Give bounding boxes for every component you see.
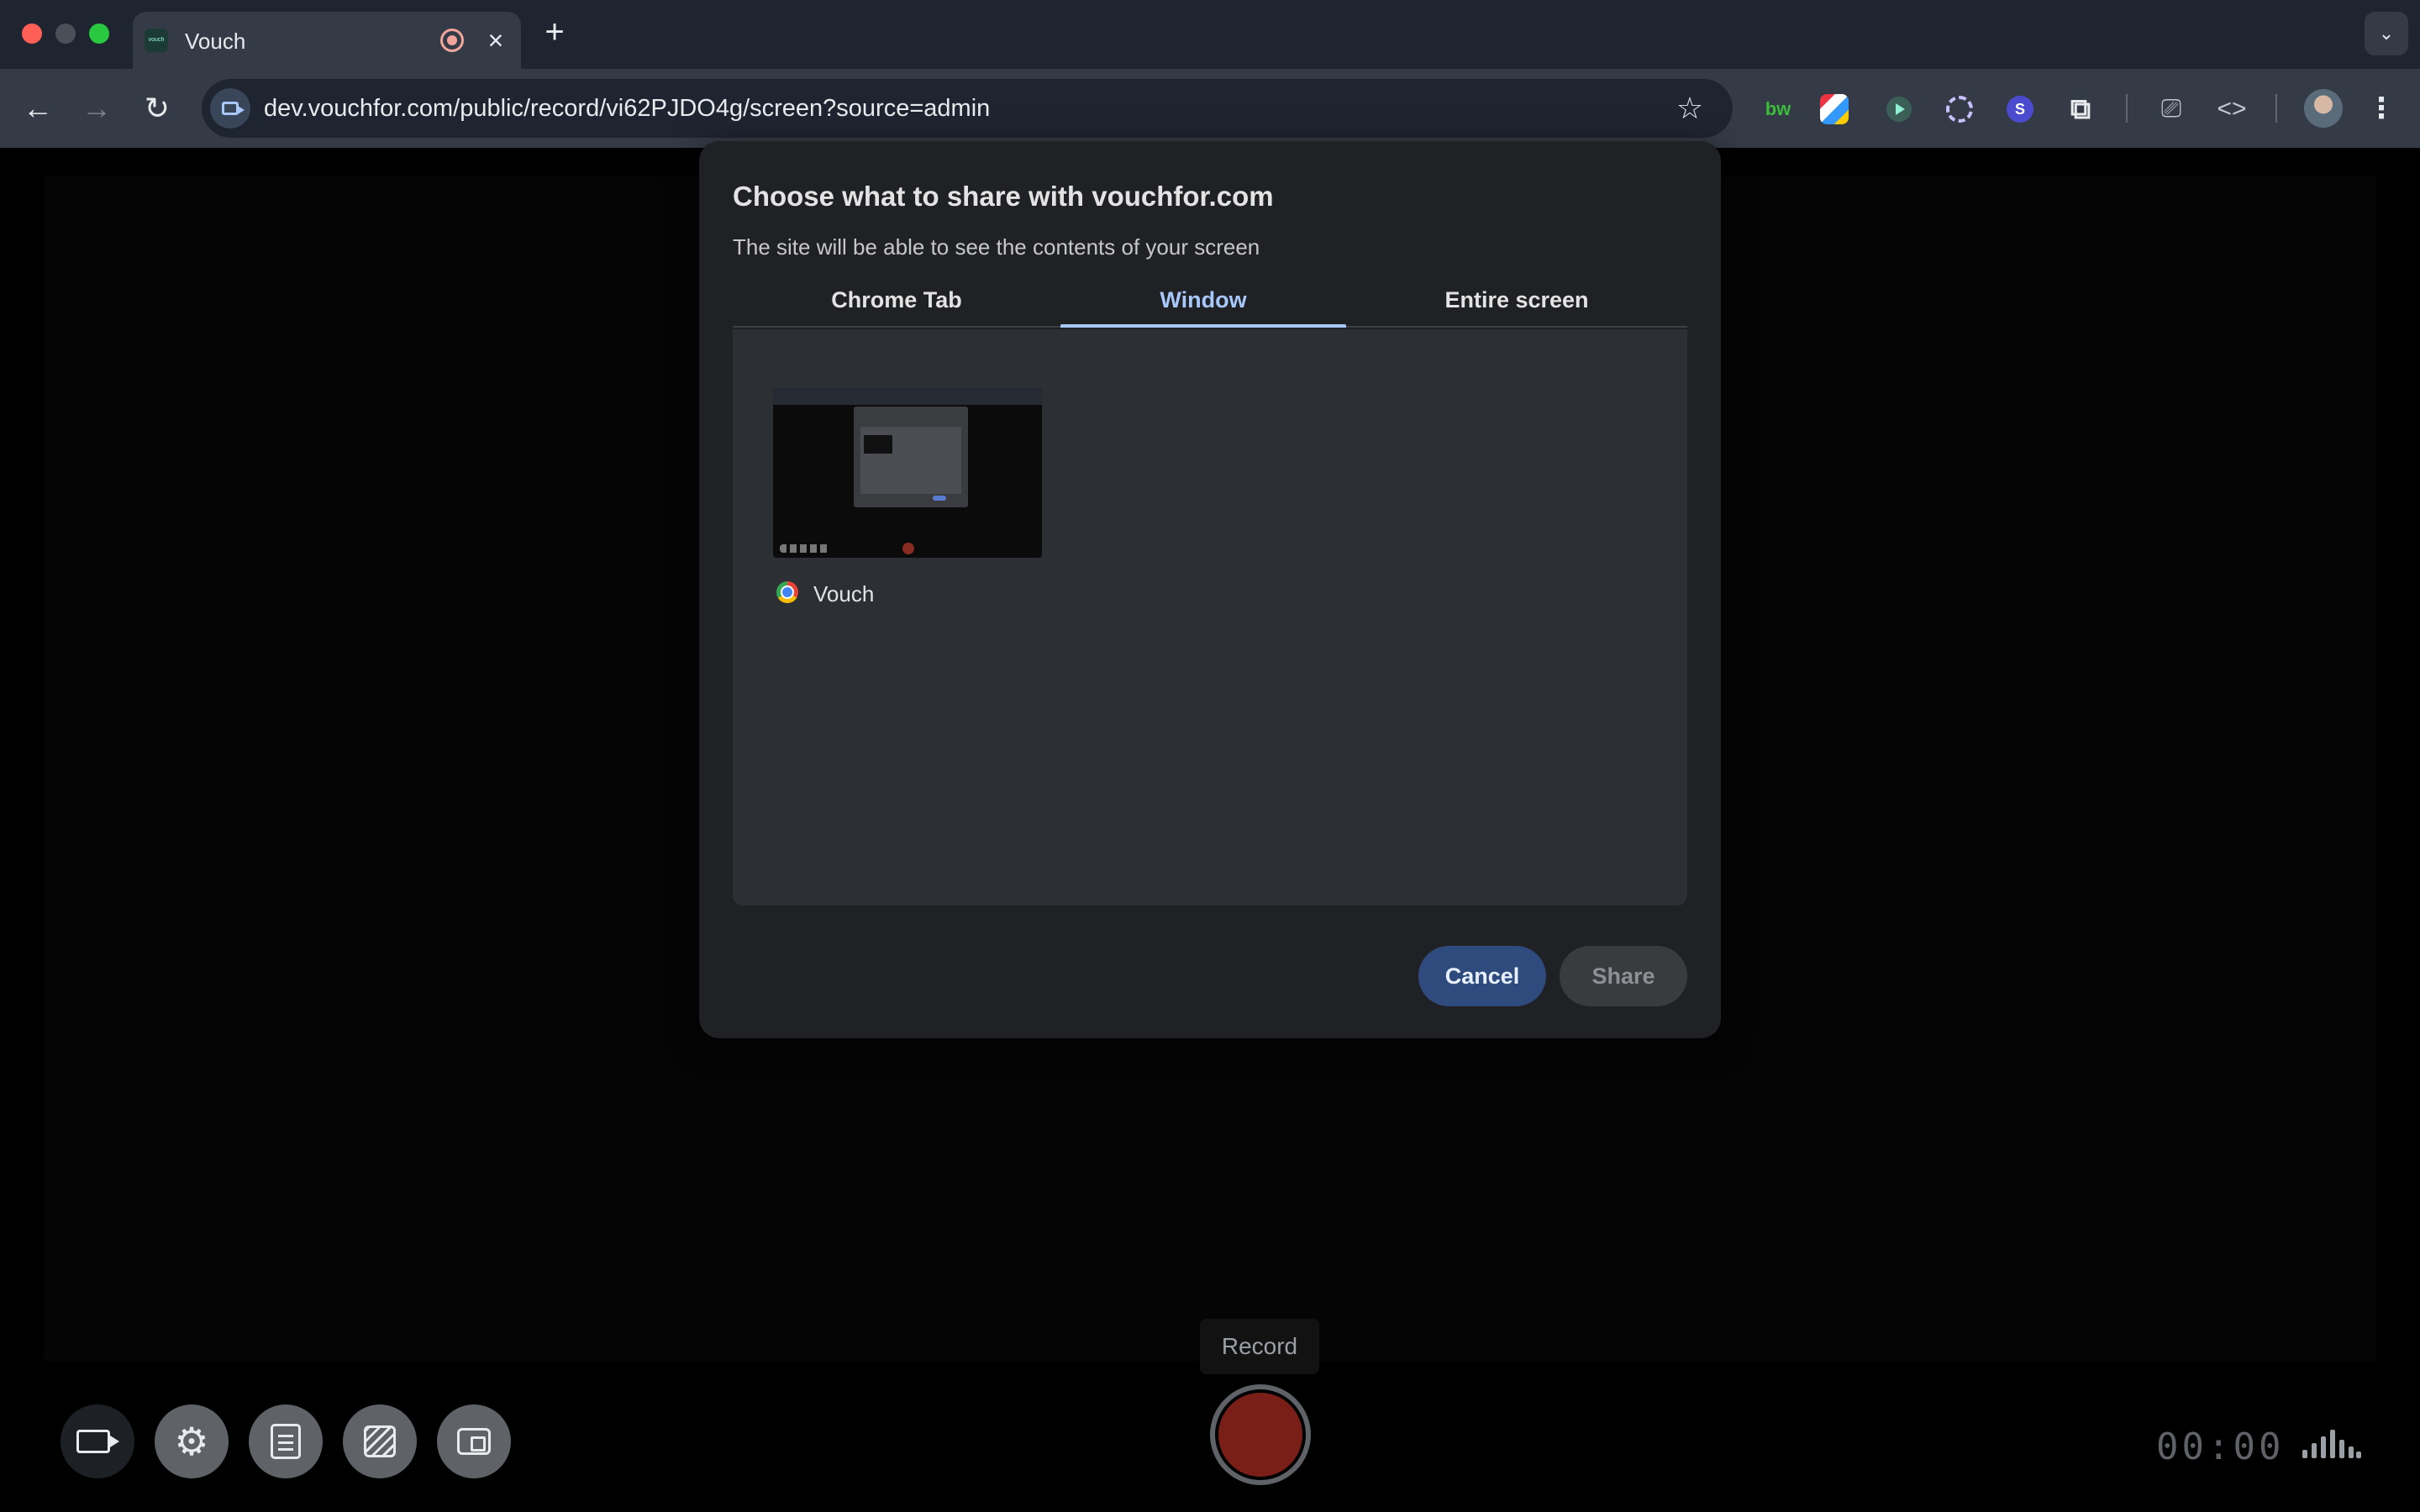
background-blur-button[interactable] (343, 1404, 417, 1478)
loader-extension-icon[interactable] (1941, 91, 1978, 128)
hatch-pattern-icon (364, 1425, 396, 1457)
picture-in-picture-icon (457, 1428, 491, 1455)
script-notes-button[interactable] (249, 1404, 323, 1478)
settings-button[interactable]: ⚙ (155, 1404, 229, 1478)
tab-strip: vouch Vouch × + ⌄ (0, 0, 2420, 69)
toolbar-divider (2126, 94, 2128, 123)
extensions-puzzle-icon[interactable]: ⧉ (2062, 91, 2099, 128)
cancel-button[interactable]: Cancel (1418, 946, 1546, 1006)
window-source-label[interactable]: Vouch (813, 581, 874, 606)
gear-icon: ⚙ (174, 1420, 209, 1463)
camera-icon (76, 1430, 119, 1453)
layout-button[interactable] (437, 1404, 511, 1478)
tab-window[interactable]: Window (1060, 272, 1346, 328)
tab-search-button[interactable]: ⌄ (2365, 12, 2408, 55)
url-text[interactable]: dev.vouchfor.com/public/record/vi62PJDO4… (264, 94, 990, 123)
address-bar[interactable]: dev.vouchfor.com/public/record/vi62PJDO4… (202, 79, 1733, 138)
tab-chrome-tab[interactable]: Chrome Tab (733, 272, 1060, 328)
window-zoom-button[interactable] (89, 24, 109, 44)
audio-level-icon (2302, 1430, 2361, 1458)
color-grid-extension-icon[interactable] (1820, 94, 1849, 124)
active-tab-indicator (1060, 324, 1346, 328)
new-tab-button[interactable]: + (538, 15, 571, 49)
profile-avatar[interactable] (2304, 89, 2343, 128)
recording-indicator-icon (440, 29, 464, 52)
back-button[interactable]: ← (17, 87, 59, 129)
share-source-tabs: Chrome Tab Window Entire screen (733, 272, 1687, 328)
record-tooltip: Record (1200, 1319, 1319, 1374)
play-extension-icon[interactable] (1881, 91, 1918, 128)
tab-entire-screen[interactable]: Entire screen (1346, 272, 1687, 328)
forward-button[interactable]: → (76, 87, 118, 129)
devtools-code-icon[interactable]: <> (2212, 89, 2252, 129)
site-info-icon[interactable] (210, 88, 250, 129)
window-minimize-button[interactable] (55, 24, 76, 44)
screen-share-dialog: Choose what to share with vouchfor.com T… (699, 141, 1721, 1038)
window-source-list: Vouch (733, 329, 1687, 906)
s-extension-icon[interactable]: S (2002, 91, 2039, 128)
share-button[interactable]: Share (1560, 946, 1687, 1006)
cast-icon[interactable]: ⎚ (2151, 89, 2191, 129)
bookmark-star-icon[interactable]: ☆ (1672, 91, 1707, 126)
dialog-subtitle: The site will be able to see the content… (733, 234, 1260, 260)
notes-icon (271, 1424, 301, 1459)
reload-button[interactable]: ↻ (136, 87, 178, 129)
browser-tab-vouch[interactable]: vouch Vouch × (133, 12, 521, 69)
toolbar-divider (2275, 94, 2277, 123)
record-button[interactable] (1210, 1384, 1311, 1485)
bitwarden-extension-icon[interactable]: bw (1760, 91, 1797, 128)
camera-toggle-button[interactable] (60, 1404, 134, 1478)
chrome-icon (776, 581, 798, 603)
recording-timer: 00:00 (2156, 1425, 2285, 1468)
window-close-button[interactable] (22, 24, 42, 44)
dialog-title: Choose what to share with vouchfor.com (733, 181, 1274, 212)
tab-title: Vouch (185, 29, 246, 54)
app-root: vouch Vouch × + ⌄ ← → ↻ dev.vouchfor.com… (0, 0, 2420, 1512)
browser-toolbar: ← → ↻ dev.vouchfor.com/public/record/vi6… (0, 69, 2420, 148)
window-thumbnail[interactable] (773, 388, 1042, 558)
browser-menu-icon[interactable]: ⋮ (2365, 87, 2398, 129)
vouch-favicon-icon: vouch (145, 29, 168, 52)
tab-close-icon[interactable]: × (481, 25, 511, 55)
